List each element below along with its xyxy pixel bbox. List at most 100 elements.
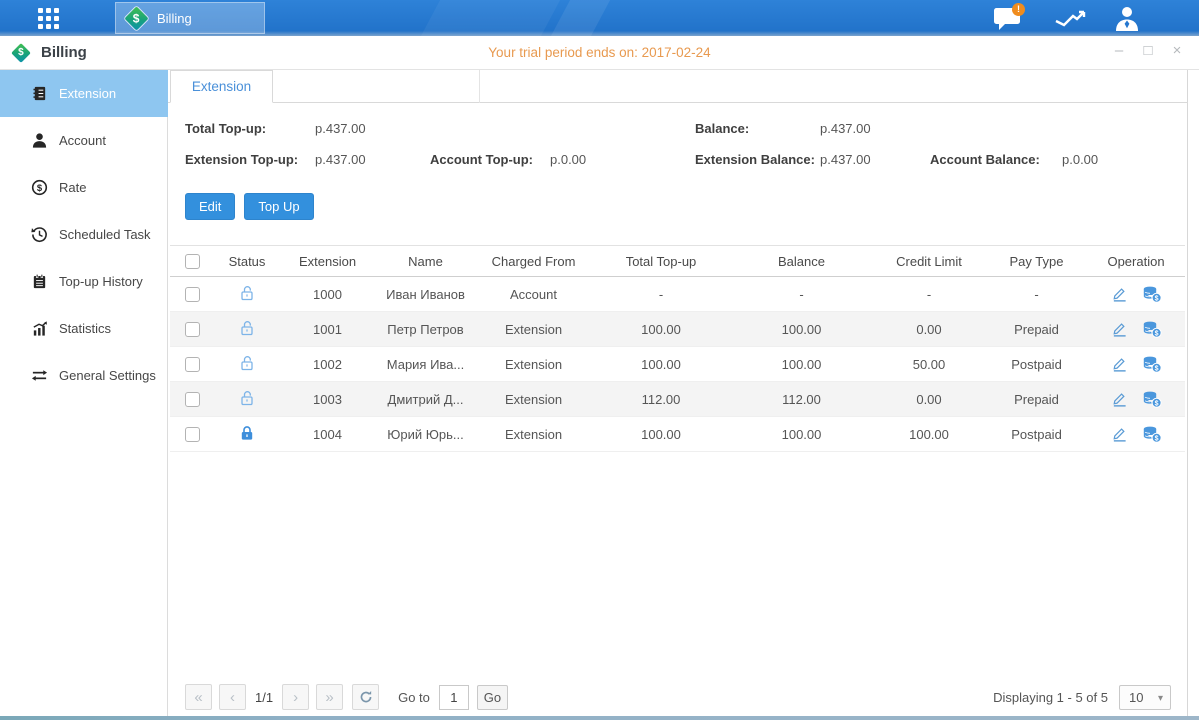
sidebar-item-label: Rate [59, 180, 86, 195]
app-tab-billing[interactable]: $ Billing [115, 2, 265, 34]
table-row[interactable]: 1002 Мария Ива... Extension 100.00 100.0… [170, 347, 1185, 382]
page-size-select[interactable]: 10 ▾ [1119, 685, 1171, 710]
table-header-row: Status Extension Name Charged From Total… [170, 245, 1185, 277]
edit-pencil-icon[interactable] [1111, 286, 1128, 302]
table-row[interactable]: 1000 Иван Иванов Account - - - - [170, 277, 1185, 312]
edit-button[interactable]: Edit [185, 193, 235, 220]
ledger-icon [31, 85, 48, 102]
sidebar-item-label: Top-up History [59, 274, 143, 289]
row-checkbox[interactable] [185, 392, 200, 407]
close-icon[interactable]: × [1169, 42, 1185, 59]
edit-pencil-icon[interactable] [1111, 321, 1128, 337]
first-page-button[interactable]: « [185, 684, 212, 710]
cell-credit-limit: - [872, 287, 986, 302]
lock-open-icon[interactable] [239, 285, 255, 304]
lock-open-icon[interactable] [239, 320, 255, 339]
maximize-icon[interactable]: □ [1140, 42, 1156, 59]
edit-pencil-icon[interactable] [1111, 356, 1128, 372]
row-checkbox[interactable] [185, 357, 200, 372]
cell-balance: 100.00 [731, 357, 872, 372]
extension-balance-value: p.437.00 [820, 152, 871, 167]
top-up-coins-icon[interactable]: $ [1142, 426, 1162, 443]
cell-extension: 1004 [280, 427, 375, 442]
tab-strip: Extension [168, 70, 1188, 103]
table-row[interactable]: 1004 Юрий Юрь... Extension 100.00 100.00… [170, 417, 1185, 452]
lock-closed-icon[interactable] [239, 425, 255, 444]
col-balance: Balance [731, 254, 872, 269]
dollar-coin-icon: $ [31, 179, 48, 196]
goto-label: Go to [398, 690, 430, 705]
svg-text:$: $ [1154, 365, 1158, 372]
svg-text:$: $ [1154, 400, 1158, 407]
lock-open-icon[interactable] [239, 355, 255, 374]
toolbar: Edit Top Up [185, 193, 314, 220]
lock-open-icon[interactable] [239, 390, 255, 409]
cell-extension: 1003 [280, 392, 375, 407]
go-button[interactable]: Go [477, 685, 508, 710]
top-up-coins-icon[interactable]: $ [1142, 286, 1162, 303]
window-bottom-edge [0, 716, 1199, 720]
prev-page-button[interactable]: ‹ [219, 684, 246, 710]
top-up-coins-icon[interactable]: $ [1142, 321, 1162, 338]
person-icon [31, 132, 48, 149]
extension-topup-label: Extension Top-up: [185, 152, 298, 167]
col-name: Name [375, 254, 476, 269]
sidebar-item-extension[interactable]: Extension [0, 70, 168, 117]
last-page-button[interactable]: » [316, 684, 343, 710]
edit-pencil-icon[interactable] [1111, 426, 1128, 442]
messages-icon[interactable]: ! [992, 5, 1032, 31]
row-checkbox[interactable] [185, 427, 200, 442]
col-status: Status [214, 254, 280, 269]
select-all-checkbox[interactable] [185, 254, 200, 269]
cell-total-topup: - [591, 287, 731, 302]
displaying-text: Displaying 1 - 5 of 5 [993, 690, 1108, 705]
account-balance-value: p.0.00 [1062, 152, 1098, 167]
account-balance-label: Account Balance: [930, 152, 1040, 167]
total-topup-value: p.437.00 [315, 121, 366, 136]
col-total-topup: Total Top-up [591, 254, 731, 269]
table-row[interactable]: 1001 Петр Петров Extension 100.00 100.00… [170, 312, 1185, 347]
topbar-decoration [417, 0, 564, 36]
cell-name: Дмитрий Д... [375, 392, 476, 407]
top-up-button[interactable]: Top Up [244, 193, 313, 220]
cell-pay-type: - [986, 287, 1087, 302]
next-page-button[interactable]: › [282, 684, 309, 710]
bar-chart-icon [31, 320, 48, 337]
table-row[interactable]: 1003 Дмитрий Д... Extension 112.00 112.0… [170, 382, 1185, 417]
billing-summary: Total Top-up: p.437.00 Balance: p.437.00… [168, 112, 1188, 188]
top-up-coins-icon[interactable]: $ [1142, 391, 1162, 408]
reports-chart-icon[interactable] [1052, 5, 1092, 31]
sidebar-item-topup-history[interactable]: Top-up History [0, 258, 167, 305]
row-checkbox[interactable] [185, 287, 200, 302]
refresh-button[interactable] [352, 684, 379, 710]
window-title-bar: $ Billing Your trial period ends on: 201… [0, 36, 1199, 70]
row-checkbox[interactable] [185, 322, 200, 337]
sliders-icon [31, 367, 48, 384]
user-account-icon[interactable] [1112, 5, 1152, 31]
balance-value: p.437.00 [820, 121, 871, 136]
cell-balance: 100.00 [731, 427, 872, 442]
top-up-coins-icon[interactable]: $ [1142, 356, 1162, 373]
cell-charged-from: Account [476, 287, 591, 302]
extension-topup-value: p.437.00 [315, 152, 366, 167]
cell-pay-type: Postpaid [986, 357, 1087, 372]
sidebar-item-account[interactable]: Account [0, 117, 167, 164]
minimize-icon[interactable]: – [1111, 42, 1127, 59]
tab-extension[interactable]: Extension [170, 70, 273, 103]
cell-balance: - [731, 287, 872, 302]
col-operation: Operation [1087, 254, 1185, 269]
page-indicator: 1/1 [255, 690, 273, 705]
goto-page-input[interactable] [439, 685, 469, 710]
sidebar-item-scheduled-task[interactable]: Scheduled Task [0, 211, 167, 258]
sidebar-item-label: Statistics [59, 321, 111, 336]
sidebar-item-rate[interactable]: $ Rate [0, 164, 167, 211]
cell-balance: 112.00 [731, 392, 872, 407]
edit-pencil-icon[interactable] [1111, 391, 1128, 407]
sidebar-item-statistics[interactable]: Statistics [0, 305, 167, 352]
sidebar-item-label: Scheduled Task [59, 227, 151, 242]
sidebar-item-label: Extension [59, 86, 116, 101]
apps-menu-icon[interactable] [38, 8, 59, 29]
svg-text:$: $ [1154, 330, 1158, 337]
sidebar-item-general-settings[interactable]: General Settings [0, 352, 167, 399]
col-credit-limit: Credit Limit [872, 254, 986, 269]
